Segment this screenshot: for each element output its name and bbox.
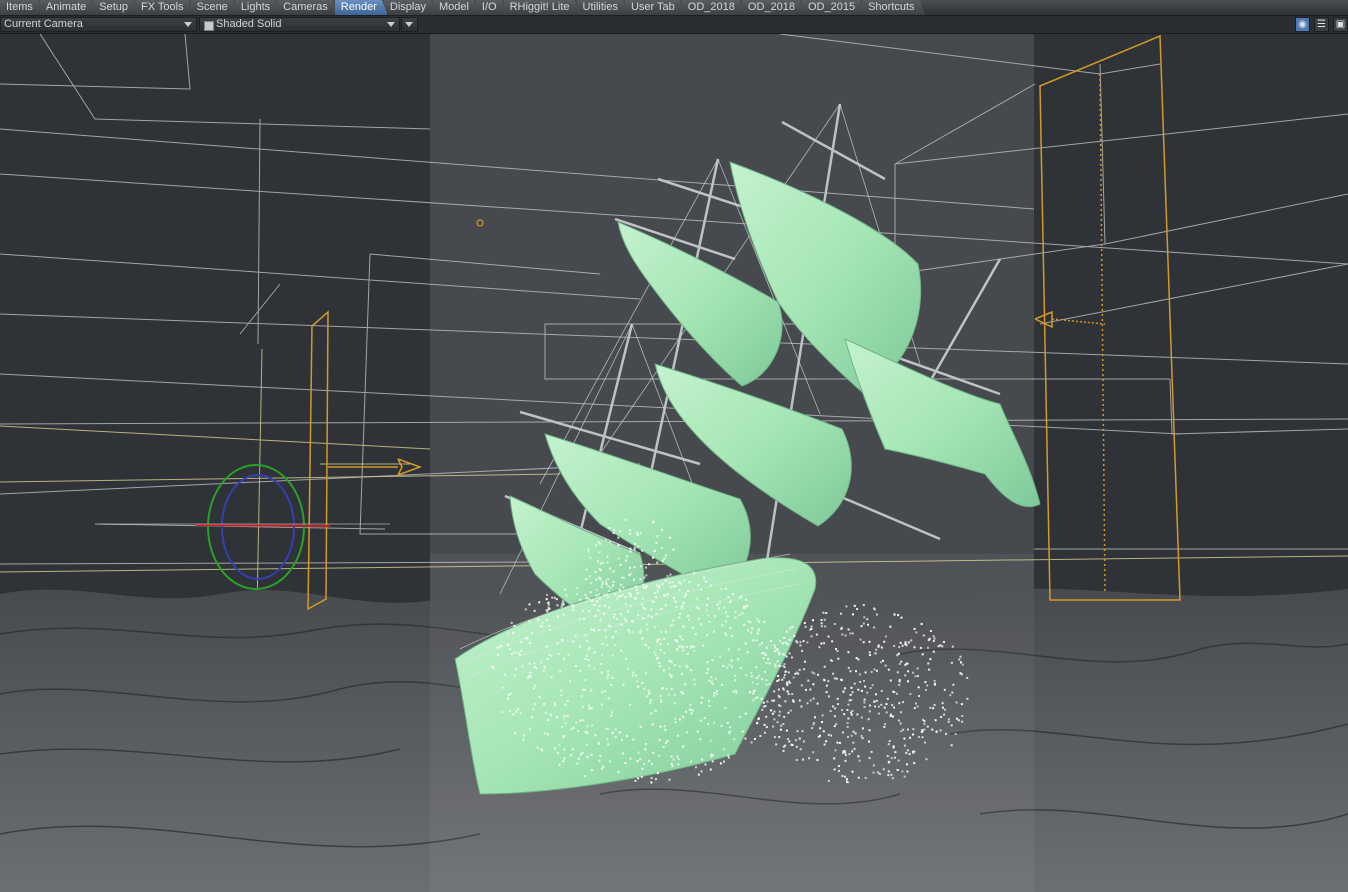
- tab-lights[interactable]: Lights: [235, 0, 281, 15]
- tab-od-2018[interactable]: OD_2018: [682, 0, 746, 15]
- tab-items[interactable]: Items: [0, 0, 44, 15]
- tab-i-o[interactable]: I/O: [476, 0, 508, 15]
- menu-tab-bar: Items Animate Setup FX Tools Scene Lights Came…: [0, 0, 1348, 16]
- camera-select[interactable]: Current Camera: [0, 17, 197, 32]
- tab-model[interactable]: Model: [433, 0, 480, 15]
- shading-swatch-icon: [204, 21, 214, 31]
- camera-select-value: Current Camera: [4, 18, 83, 30]
- tab-rhiggit-lite[interactable]: RHiggit! Lite: [504, 0, 581, 15]
- tab-utilities[interactable]: Utilities: [577, 0, 629, 15]
- viewport-options-dropdown[interactable]: [401, 17, 418, 32]
- shading-select[interactable]: Shaded Solid: [199, 17, 400, 32]
- tab-scene[interactable]: Scene: [191, 0, 239, 15]
- tab-od-2018[interactable]: OD_2018: [742, 0, 806, 15]
- layout-app-window: Items Animate Setup FX Tools Scene Lights Came…: [0, 0, 1348, 892]
- list-icon[interactable]: ☰: [1314, 17, 1329, 32]
- tab-render[interactable]: Render: [335, 0, 388, 15]
- tab-fx-tools[interactable]: FX Tools: [135, 0, 195, 15]
- camera-icon[interactable]: ◉: [1295, 17, 1310, 32]
- tab-od-2015[interactable]: OD_2015: [802, 0, 866, 15]
- chevron-down-icon: [387, 22, 395, 27]
- maximize-icon[interactable]: ▣: [1333, 17, 1348, 32]
- chevron-down-icon: [184, 22, 192, 27]
- 3d-viewport[interactable]: [0, 34, 1348, 892]
- tab-shortcuts[interactable]: Shortcuts: [862, 0, 925, 15]
- tab-setup[interactable]: Setup: [93, 0, 139, 15]
- tab-user-tab[interactable]: User Tab: [625, 0, 686, 15]
- viewport-header: Current Camera Shaded Solid ◉ ☰ ▣: [0, 16, 1348, 34]
- shading-select-value: Shaded Solid: [216, 18, 282, 30]
- chevron-down-icon: [405, 22, 413, 27]
- tab-display[interactable]: Display: [384, 0, 437, 15]
- tab-cameras[interactable]: Cameras: [277, 0, 339, 15]
- tab-animate[interactable]: Animate: [40, 0, 97, 15]
- viewport-scene: [0, 34, 1348, 892]
